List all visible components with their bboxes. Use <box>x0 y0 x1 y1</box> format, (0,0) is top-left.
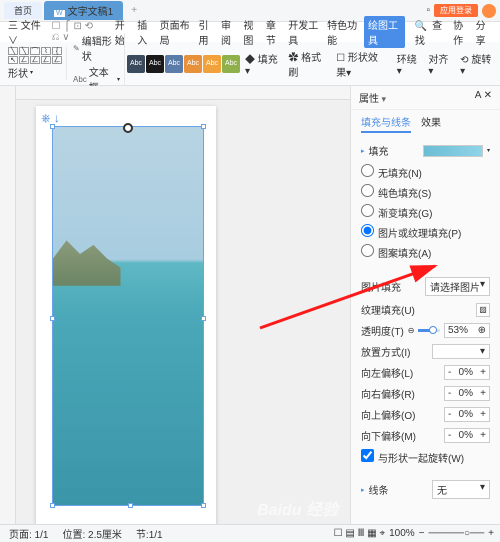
resize-handle[interactable] <box>201 316 206 321</box>
offset-r[interactable]: -0%+ <box>444 386 490 401</box>
menu-ref[interactable]: 引用 <box>197 17 217 47</box>
wrap-btn[interactable]: 环绕▾ <box>394 51 423 77</box>
fill-swatch[interactable] <box>423 145 483 157</box>
zoom[interactable]: 100% <box>389 528 415 539</box>
tab-add[interactable]: + <box>125 5 143 16</box>
horizontal-ruler <box>16 86 350 100</box>
menu-section[interactable]: 章节 <box>264 17 284 47</box>
menu-layout[interactable]: 页面布局 <box>158 17 195 47</box>
file-menu[interactable]: 三 文件 ∨ <box>6 17 47 47</box>
menu-insert[interactable]: 插入 <box>135 17 155 47</box>
tab-effect[interactable]: 效果 <box>421 114 441 133</box>
fill-header[interactable]: 填充 ▾ <box>361 143 490 158</box>
tile-dd[interactable]: ▾ <box>432 344 490 359</box>
radio-solid[interactable]: 纯色填充(S) <box>361 182 490 202</box>
search[interactable]: 🔍 查找 <box>413 17 449 47</box>
collab[interactable]: 协作 <box>451 17 471 47</box>
menu-view[interactable]: 视图 <box>241 17 261 47</box>
align-btn[interactable]: 对齐▾ <box>425 51 454 77</box>
resize-handle[interactable] <box>50 316 55 321</box>
line-header[interactable]: 线条 无▾ <box>361 480 490 499</box>
resize-handle[interactable] <box>50 503 55 508</box>
menu-dev[interactable]: 开发工具 <box>286 17 323 47</box>
shape-gallery[interactable]: ╲╲⌒⌇{ <box>8 47 62 55</box>
resize-handle[interactable] <box>50 124 55 129</box>
resize-handle[interactable] <box>201 124 206 129</box>
offset-d[interactable]: -0%+ <box>444 428 490 443</box>
opacity-value[interactable]: 53%⊕ <box>444 323 490 338</box>
zoom-in[interactable]: + <box>488 528 494 539</box>
fill-btn[interactable]: ◆ 填充▾ <box>242 51 282 77</box>
texture-btn[interactable]: ▨ <box>476 303 490 317</box>
rotate-with-shape[interactable]: 与形状一起旋转(W) <box>361 449 464 465</box>
radio-pattern[interactable]: 图案填充(A) <box>361 242 490 262</box>
status-pos: 位置: 2.5厘米 <box>59 526 124 541</box>
watermark: Baidu 经验 <box>257 496 338 520</box>
share[interactable]: 分享 <box>474 17 494 47</box>
pic-fill-dd[interactable]: 请选择图片▾ <box>425 277 490 296</box>
vertical-ruler <box>0 86 16 542</box>
radio-picture[interactable]: 图片或纹理填充(P) <box>361 222 490 242</box>
tab-document[interactable]: W文字文稿1 <box>44 1 123 20</box>
resize-handle[interactable] <box>128 503 133 508</box>
radio-none[interactable]: 无填充(N) <box>361 162 490 182</box>
line-dd[interactable]: 无▾ <box>432 480 490 499</box>
icon-box[interactable]: ▫ <box>426 5 430 16</box>
radio-gradient[interactable]: 渐变填充(G) <box>361 202 490 222</box>
style-swatches[interactable]: Abc Abc Abc Abc Abc Abc <box>127 55 240 73</box>
panel-title: 属性 ▾ A ✕ <box>351 86 500 110</box>
selected-image[interactable] <box>52 126 204 506</box>
view-icons[interactable]: ☐ ▤ Ⅲ ▦ ⌖ <box>334 528 386 539</box>
rotate-btn[interactable]: ⟲ 旋转▾ <box>457 51 496 77</box>
menu-review[interactable]: 审阅 <box>219 17 239 47</box>
opacity-slider[interactable] <box>418 329 440 332</box>
zoom-out[interactable]: − <box>419 528 425 539</box>
avatar[interactable] <box>482 4 496 18</box>
resize-handle[interactable] <box>201 503 206 508</box>
edit-shape[interactable]: ✎ 编辑形状 <box>73 33 120 63</box>
fmt-painter[interactable]: ✿ 格式刷 <box>285 49 330 79</box>
shape-fx[interactable]: ☐ 形状效果▾ <box>333 49 391 79</box>
tab-fill-line[interactable]: 填充与线条 <box>361 114 411 133</box>
offset-l[interactable]: -0%+ <box>444 365 490 380</box>
login-badge[interactable]: 应用登录 <box>434 4 478 17</box>
rotate-handle[interactable] <box>123 123 133 133</box>
offset-u[interactable]: -0%+ <box>444 407 490 422</box>
status-page: 页面: 1/1 <box>6 526 51 541</box>
menu-special[interactable]: 特色功能 <box>325 17 362 47</box>
opacity-row: 透明度(T) ⊖ 53%⊕ <box>361 320 490 341</box>
menu-drawing-tools[interactable]: 绘图工具 <box>364 16 405 48</box>
status-sec: 节:1/1 <box>133 526 166 541</box>
